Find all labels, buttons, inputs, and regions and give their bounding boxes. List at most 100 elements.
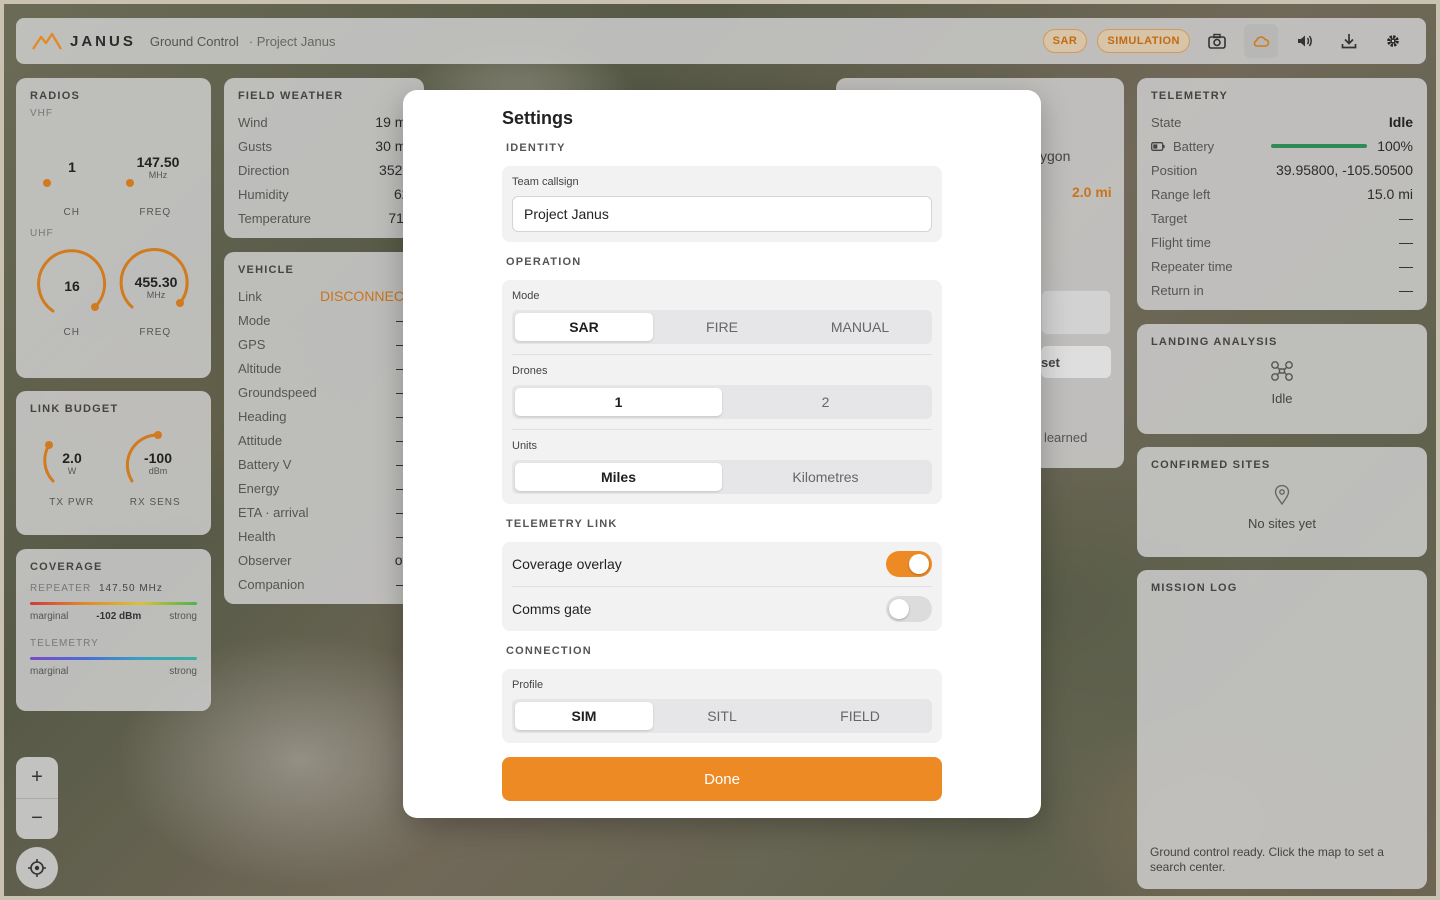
return-value: — (1399, 282, 1413, 298)
vhf-channel-gauge: 1 (42, 159, 76, 187)
locate-button[interactable] (16, 847, 58, 889)
repeater-frequency: 147.50 MHz (98, 583, 163, 594)
uhf-label: UHF (30, 228, 54, 239)
rx-sensitivity-gauge: -100 dBm (126, 431, 172, 483)
profile-option-sitl[interactable]: SITL (653, 702, 791, 730)
vehicle-key: Attitude (238, 432, 283, 448)
drones-option-2[interactable]: 2 (722, 388, 929, 416)
mode-badge[interactable]: SAR (1042, 29, 1088, 53)
battery-key: Battery (1151, 139, 1214, 154)
mode-label: Mode (512, 290, 540, 302)
telemetry-strong: strong (169, 666, 197, 677)
volume-icon[interactable] (1288, 24, 1322, 58)
reset-button[interactable]: set (1041, 346, 1111, 378)
weather-key: Gusts (238, 138, 272, 154)
battery-value: 100% (1377, 138, 1413, 154)
weather-row-temperature: Temperature71 °F (238, 206, 422, 230)
radios-panel: RADIOS VHF 1 CH 147.50 MHz FREQ UHF 16 C… (16, 78, 211, 378)
project-name: · Project Janus (248, 33, 336, 49)
vehicle-row: Observeroff (238, 548, 410, 572)
vehicle-key: Companion (238, 576, 305, 592)
vehicle-row: Companion— (238, 572, 410, 596)
rx-sensitivity-unit: dBm (149, 466, 168, 476)
telemetry-key: State (1151, 114, 1182, 130)
weather-row-gusts: Gusts 30 mph (238, 134, 422, 158)
units-option-miles[interactable]: Miles (515, 463, 722, 491)
camera-icon[interactable] (1200, 24, 1234, 58)
vhf-frequency-dial[interactable]: 147.50 MHz FREQ (116, 127, 194, 218)
simulation-badge[interactable]: SIMULATION (1097, 29, 1190, 53)
mode-option-fire[interactable]: FIRE (653, 313, 791, 341)
uhf-frequency-caption: FREQ (139, 327, 172, 338)
vhf-frequency-unit: MHz (149, 170, 168, 180)
telemetry-marginal: marginal (30, 666, 69, 677)
zoom-controls: + − (16, 757, 58, 839)
vehicle-key: Health (238, 528, 276, 544)
top-bar: JANUS Ground Control · Project Janus SAR… (16, 18, 1426, 64)
map-pin-icon (1274, 484, 1290, 506)
vhf-frequency-gauge: 147.50 MHz (126, 154, 180, 187)
uhf-frequency-dial[interactable]: 455.30 MHz FREQ (116, 247, 194, 338)
radios-title: RADIOS (30, 90, 80, 102)
settings-title: Settings (502, 108, 574, 128)
vehicle-row: Battery V— (238, 452, 410, 476)
rx-sensitivity-dial[interactable]: -100 dBm RX SENS (116, 419, 194, 508)
uhf-channel-dial[interactable]: 16 CH (33, 247, 111, 338)
mode-option-manual[interactable]: MANUAL (791, 313, 929, 341)
target-value: — (1399, 210, 1413, 226)
team-callsign-input[interactable] (512, 196, 932, 232)
vehicle-panel: VEHICLE LinkDISCONNECTED Mode— GPS— Alti… (224, 252, 432, 604)
comms-gate-label: Comms gate (512, 601, 592, 617)
vehicle-row: GPS— (238, 332, 410, 356)
zoom-in-button[interactable]: + (16, 757, 58, 798)
mid-input-box[interactable] (1041, 290, 1111, 335)
telemetry-row-range: Range left 15.0 mi (1151, 182, 1413, 206)
operation-section-label: OPERATION (506, 256, 582, 268)
done-button[interactable]: Done (502, 757, 942, 801)
landing-analysis-title: LANDING ANALYSIS (1151, 336, 1278, 348)
vhf-frequency-caption: FREQ (139, 207, 172, 218)
telemetry-key: Target (1151, 210, 1188, 226)
operation-card: Mode SAR FIRE MANUAL Drones 1 2 Units Mi… (502, 280, 942, 504)
app-subtitle: Ground Control (149, 33, 239, 49)
vehicle-key: GPS (238, 336, 266, 352)
comms-gate-toggle[interactable] (886, 596, 932, 622)
telemetry-key: Range left (1151, 186, 1211, 202)
confirmed-sites-panel: CONFIRMED SITES No sites yet (1137, 447, 1427, 557)
weather-row-direction: Direction 352° N (238, 158, 422, 182)
vhf-label: VHF (30, 108, 53, 119)
tx-power-unit: W (68, 466, 77, 476)
identity-card: Team callsign (502, 166, 942, 242)
tx-power-dial[interactable]: 2.0 W TX PWR (33, 419, 111, 508)
coverage-overlay-label: Coverage overlay (512, 556, 622, 572)
vehicle-row: Heading— (238, 404, 410, 428)
gear-icon[interactable] (1376, 24, 1410, 58)
mission-log-title: MISSION LOG (1151, 582, 1238, 594)
battery-bar-fill (1271, 144, 1368, 148)
units-option-kilometres[interactable]: Kilometres (722, 463, 929, 491)
position-value: 39.95800, -105.50500 (1275, 162, 1413, 178)
vehicle-key: Link (238, 288, 262, 304)
cloud-icon[interactable] (1244, 24, 1278, 58)
uhf-channel-value: 16 (64, 278, 80, 294)
telemetry-key: Position (1151, 162, 1198, 178)
profile-option-field[interactable]: FIELD (791, 702, 929, 730)
zoom-out-button[interactable]: − (16, 797, 58, 840)
telemetry-key: Return in (1151, 282, 1204, 298)
profile-option-sim[interactable]: SIM (515, 702, 653, 730)
mountain-logo-icon (32, 32, 62, 50)
state-value: Idle (1388, 114, 1413, 130)
sites-empty-state: No sites yet (1248, 516, 1316, 531)
coverage-overlay-toggle[interactable] (886, 551, 932, 577)
mode-option-sar[interactable]: SAR (515, 313, 653, 341)
search-distance: 2.0 mi (1072, 184, 1112, 200)
coverage-panel: COVERAGE REPEATER 147.50 MHz marginal -1… (16, 549, 211, 711)
vhf-channel-dial[interactable]: 1 CH (33, 127, 111, 218)
repeater-strong: strong (169, 611, 197, 622)
reset-label: set (1041, 354, 1060, 370)
drones-option-1[interactable]: 1 (515, 388, 722, 416)
telemetry-title: TELEMETRY (1151, 90, 1229, 102)
download-icon[interactable] (1332, 24, 1366, 58)
vehicle-title: VEHICLE (238, 264, 295, 276)
uhf-dials: 16 CH 455.30 MHz FREQ (30, 247, 197, 338)
